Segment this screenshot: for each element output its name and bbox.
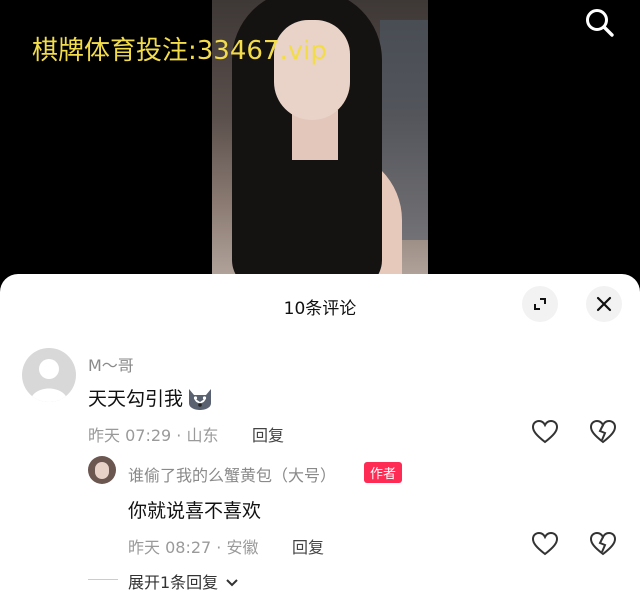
reply-avatar[interactable] [88, 456, 116, 484]
expand-replies-button[interactable]: 展开1条回复 [128, 569, 239, 593]
comment-reply-button[interactable]: 回复 [252, 422, 284, 446]
husky-emoji-icon [189, 388, 212, 410]
chevron-down-icon [226, 579, 238, 587]
close-icon [596, 296, 612, 312]
search-icon [586, 9, 614, 37]
avatar-face [95, 462, 109, 479]
reply-dislike-button[interactable] [589, 531, 617, 557]
expand-divider [88, 579, 118, 580]
comment-dislike-button[interactable] [589, 419, 617, 445]
fullscreen-button[interactable] [522, 286, 558, 322]
expand-icon [534, 298, 546, 310]
search-button[interactable] [582, 5, 618, 41]
reply-time: 昨天 08:27 · 安徽 [128, 538, 259, 557]
close-button[interactable] [586, 286, 622, 322]
comment-body: 天天勾引我 [88, 384, 215, 411]
default-avatar-icon [30, 359, 68, 402]
broken-heart-icon [589, 531, 617, 556]
broken-heart-icon [589, 419, 617, 444]
reply-reply-button[interactable]: 回复 [292, 534, 324, 558]
watermark-text: 棋牌体育投注:33467.vip [32, 36, 327, 66]
comment-like-button[interactable] [531, 419, 559, 445]
reply-like-button[interactable] [531, 531, 559, 557]
comment-text: 天天勾引我 [88, 388, 184, 410]
comment-sheet: 10条评论 M～哥 天天勾引我 昨天 07:29 · 山东 回复 谁偷了我的么蟹… [0, 274, 640, 602]
reply-username[interactable]: 谁偷了我的么蟹黄包（大号） [128, 462, 336, 486]
comment-username[interactable]: M～哥 [88, 352, 134, 376]
heart-icon [531, 531, 559, 556]
author-badge: 作者 [364, 462, 403, 483]
comment-time: 昨天 07:29 · 山东 [88, 426, 219, 445]
expand-replies-label: 展开1条回复 [128, 573, 219, 592]
avatar[interactable] [22, 348, 76, 402]
heart-icon [531, 419, 559, 444]
reply-text: 你就说喜不喜欢 [128, 500, 262, 522]
